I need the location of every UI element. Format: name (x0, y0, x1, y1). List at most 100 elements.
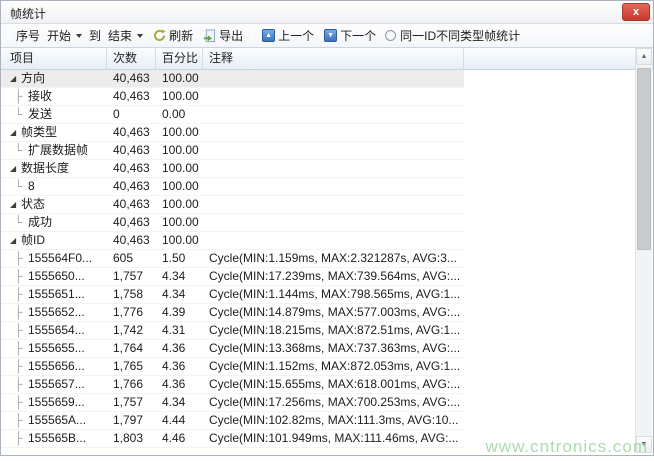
window-title: 帧统计 (10, 5, 46, 22)
cell-item: 1555659... (28, 394, 85, 411)
vertical-scrollbar[interactable]: ▲ ▼ (635, 48, 652, 453)
cell-count: 1,765 (107, 358, 156, 375)
column-header-filler (464, 48, 653, 69)
end-dropdown-label: 结束 (108, 27, 132, 44)
tree-branch-icon: ├ (14, 286, 28, 303)
cell-pct: 4.34 (156, 268, 203, 285)
table-body: ◢ 方向 40,463 100.00 ├ 接收 40,463 100.00 (1, 70, 637, 448)
cell-count: 40,463 (107, 142, 156, 159)
cell-count: 1,766 (107, 376, 156, 393)
expand-icon[interactable]: ◢ (10, 196, 21, 213)
previous-button-label: 上一个 (278, 27, 314, 44)
cell-count: 1,757 (107, 394, 156, 411)
cell-comment: Cycle(MIN:15.655ms, MAX:618.001ms, AVG:.… (203, 376, 464, 393)
cell-comment (203, 214, 464, 231)
frame-statistics-window: 帧统计 x 序号 开始 到 结束 刷新 导出 (0, 0, 654, 456)
table-row[interactable]: ◢ 方向 40,463 100.00 (1, 70, 637, 88)
cell-count: 40,463 (107, 70, 156, 87)
cell-count: 40,463 (107, 214, 156, 231)
column-header-comment[interactable]: 注释 (203, 48, 464, 69)
tree-branch-icon: ├ (14, 322, 28, 339)
table-row[interactable]: ◢ 帧类型 40,463 100.00 (1, 124, 637, 142)
column-header-percent[interactable]: 百分比 (156, 48, 203, 69)
cell-pct: 100.00 (156, 70, 203, 87)
title-bar: 帧统计 x (1, 1, 653, 24)
expand-icon[interactable]: ◢ (10, 232, 21, 249)
cell-item: 成功 (28, 214, 52, 231)
table-row[interactable]: └ 发送 0 0.00 (1, 106, 637, 124)
cell-pct: 100.00 (156, 88, 203, 105)
tree-branch-icon: ├ (14, 268, 28, 285)
cell-item: 方向 (21, 70, 45, 87)
cell-count: 1,742 (107, 322, 156, 339)
cell-comment (203, 160, 464, 177)
cell-pct: 100.00 (156, 142, 203, 159)
radio-icon (385, 30, 396, 41)
next-button-label: 下一个 (340, 27, 376, 44)
cell-count: 40,463 (107, 232, 156, 249)
cell-count: 1,803 (107, 430, 156, 447)
table-row[interactable]: └ 扩展数据帧 40,463 100.00 (1, 142, 637, 160)
table-row[interactable]: ◢ 帧ID 40,463 100.00 (1, 232, 637, 250)
cell-count: 0 (107, 106, 156, 123)
cell-item: 1555652... (28, 304, 85, 321)
previous-button[interactable]: ▲ 上一个 (257, 24, 319, 47)
tree-branch-icon: ├ (14, 88, 28, 105)
cell-pct: 1.50 (156, 250, 203, 267)
same-id-radio[interactable]: 同一ID不同类型帧统计 (385, 27, 520, 44)
table-row[interactable]: ├ 1555655... 1,764 4.36 Cycle(MIN:13.368… (1, 340, 637, 358)
cell-comment: Cycle(MIN:101.949ms, MAX:111.46ms, AVG:.… (203, 430, 464, 447)
column-header-item[interactable]: 项目 (1, 48, 107, 69)
column-header-count[interactable]: 次数 (107, 48, 156, 69)
cell-comment (203, 70, 464, 87)
cell-pct: 4.39 (156, 304, 203, 321)
export-button[interactable]: 导出 (198, 24, 248, 47)
table-row[interactable]: ├ 155565A... 1,797 4.44 Cycle(MIN:102.82… (1, 412, 637, 430)
table-row[interactable]: ◢ 状态 40,463 100.00 (1, 196, 637, 214)
toolbar: 序号 开始 到 结束 刷新 导出 ▲ 上一个 (1, 24, 653, 48)
cell-pct: 100.00 (156, 196, 203, 213)
cell-pct: 4.44 (156, 412, 203, 429)
scrollbar-thumb[interactable] (637, 68, 651, 250)
cell-pct: 100.00 (156, 178, 203, 195)
refresh-button[interactable]: 刷新 (148, 24, 198, 47)
expand-icon[interactable]: ◢ (10, 160, 21, 177)
tree-branch-icon: └ (14, 214, 28, 231)
export-icon (203, 29, 216, 43)
table-row[interactable]: ├ 接收 40,463 100.00 (1, 88, 637, 106)
expand-icon[interactable]: ◢ (10, 70, 21, 87)
table-row[interactable]: ├ 1555659... 1,757 4.34 Cycle(MIN:17.256… (1, 394, 637, 412)
table-row[interactable]: ├ 1555652... 1,776 4.39 Cycle(MIN:14.879… (1, 304, 637, 322)
table-row[interactable]: ├ 1555654... 1,742 4.31 Cycle(MIN:18.215… (1, 322, 637, 340)
scroll-up-button[interactable]: ▲ (636, 48, 652, 65)
tree-branch-icon: ├ (14, 376, 28, 393)
cell-count: 40,463 (107, 88, 156, 105)
tree-branch-icon: ├ (14, 430, 28, 447)
expand-icon[interactable]: ◢ (10, 124, 21, 141)
cell-count: 40,463 (107, 178, 156, 195)
cell-comment (203, 196, 464, 213)
tree-branch-icon: ├ (14, 304, 28, 321)
cell-item: 状态 (21, 196, 45, 213)
end-dropdown[interactable]: 结束 (103, 24, 148, 47)
table-row[interactable]: ├ 1555657... 1,766 4.36 Cycle(MIN:15.655… (1, 376, 637, 394)
table-row[interactable]: └ 成功 40,463 100.00 (1, 214, 637, 232)
table-row[interactable]: ◢ 数据长度 40,463 100.00 (1, 160, 637, 178)
toolbar-grip (9, 28, 10, 43)
table-row[interactable]: ├ 155564F0... 605 1.50 Cycle(MIN:1.159ms… (1, 250, 637, 268)
next-button[interactable]: ▼ 下一个 (319, 24, 381, 47)
tree-branch-icon: ├ (14, 340, 28, 357)
table-row[interactable]: ├ 1555651... 1,758 4.34 Cycle(MIN:1.144m… (1, 286, 637, 304)
table-row[interactable]: └ 8 40,463 100.00 (1, 178, 637, 196)
cell-comment: Cycle(MIN:17.256ms, MAX:700.253ms, AVG:.… (203, 394, 464, 411)
cell-item: 1555654... (28, 322, 85, 339)
start-dropdown[interactable]: 开始 (42, 24, 87, 47)
table-row[interactable]: ├ 1555656... 1,765 4.36 Cycle(MIN:1.152m… (1, 358, 637, 376)
cell-count: 40,463 (107, 124, 156, 141)
cell-pct: 4.31 (156, 322, 203, 339)
table-row[interactable]: ├ 1555650... 1,757 4.34 Cycle(MIN:17.239… (1, 268, 637, 286)
close-button[interactable]: x (622, 3, 650, 21)
refresh-button-label: 刷新 (169, 27, 193, 44)
cell-item: 接收 (28, 88, 52, 105)
cell-pct: 4.36 (156, 340, 203, 357)
